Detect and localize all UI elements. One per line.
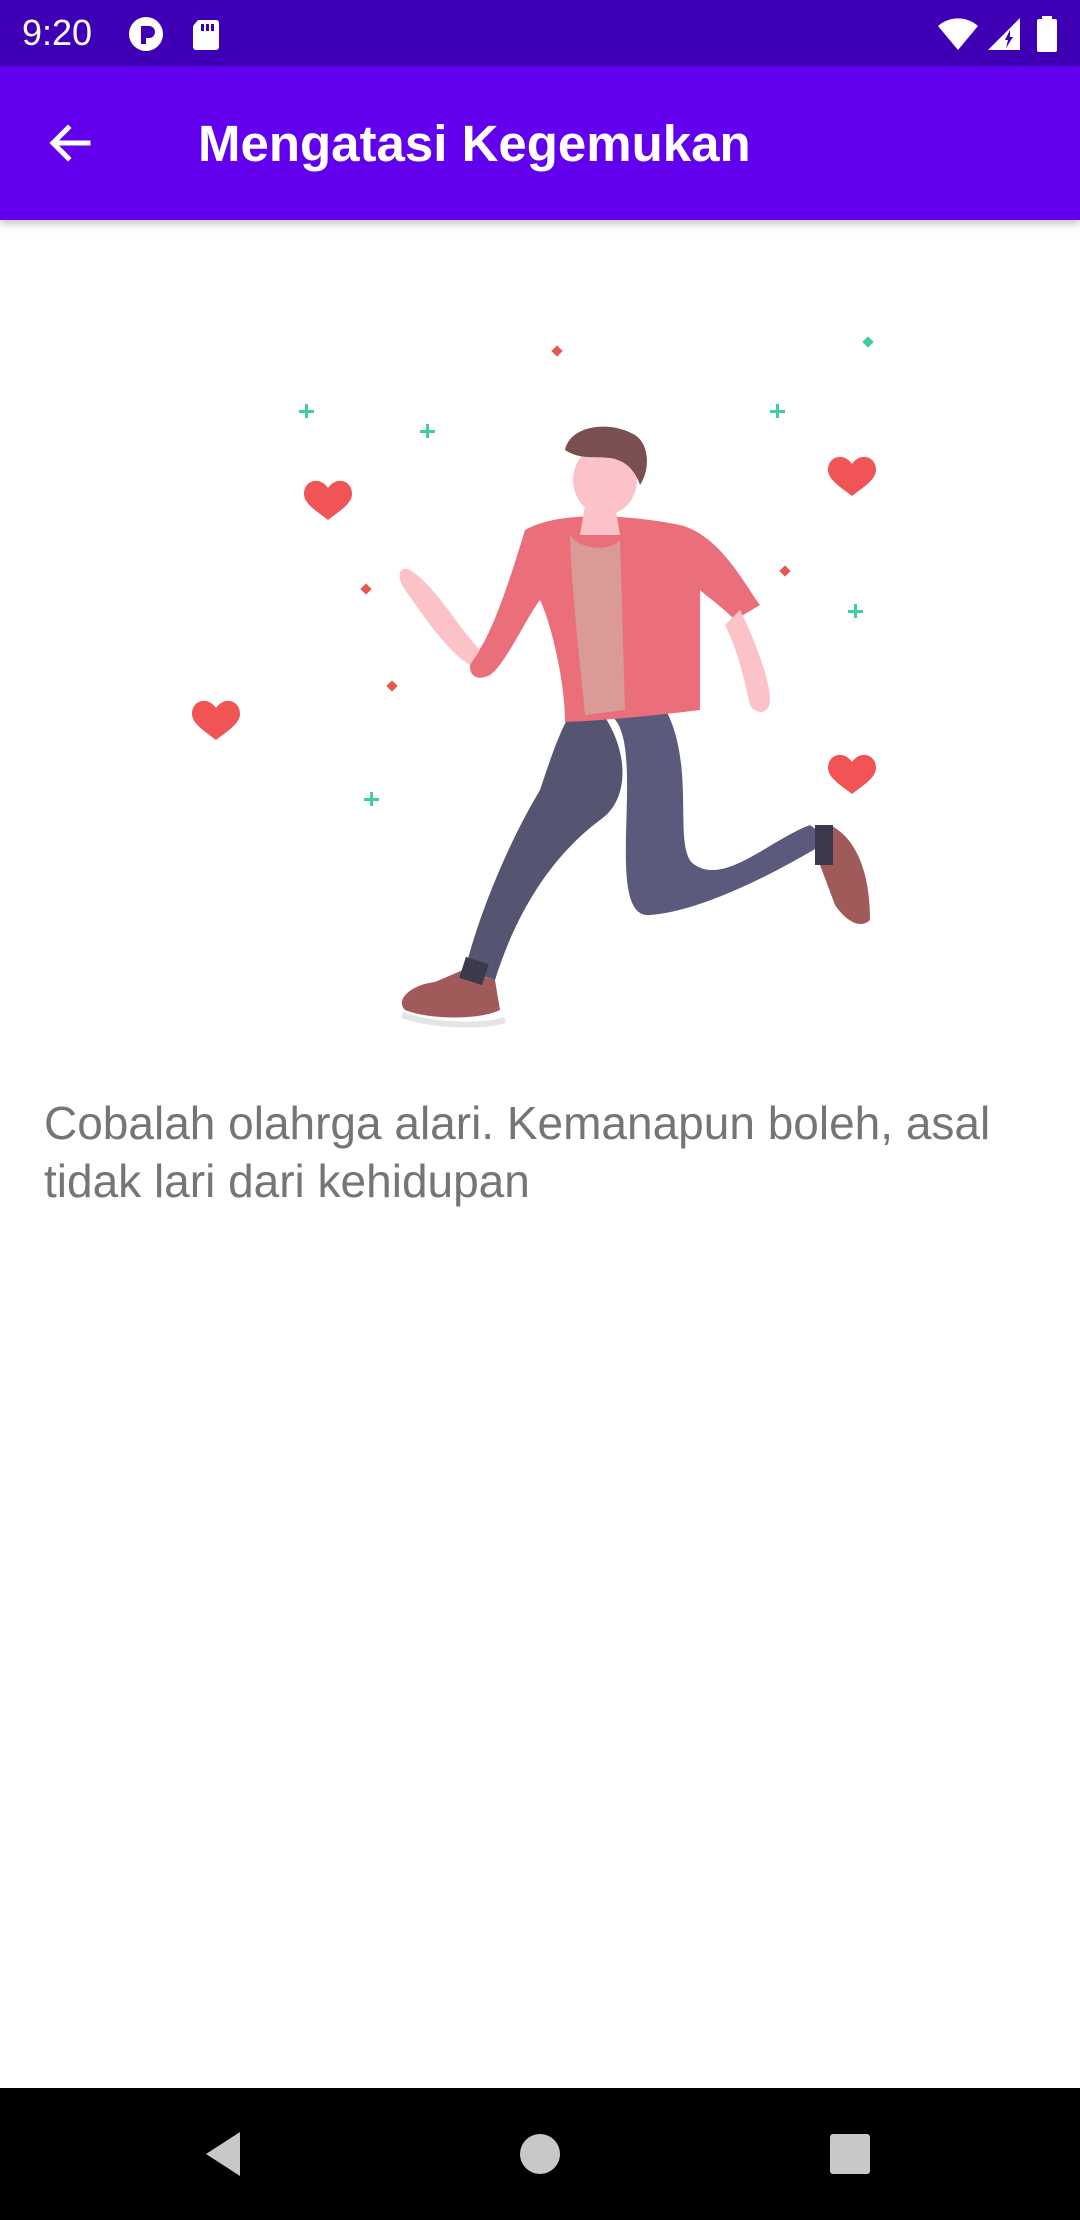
navigation-bar	[0, 2088, 1080, 2220]
home-circle-icon	[520, 2134, 560, 2174]
nav-home-button[interactable]	[500, 2114, 580, 2194]
recents-square-icon	[830, 2134, 870, 2174]
app-bar: Mengatasi Kegemukan	[0, 66, 1080, 220]
screen: 9:20 Mengatasi Kegemukan Cobalah olahrga…	[0, 0, 1080, 2220]
status-time: 9:20	[22, 12, 93, 53]
nav-back-button[interactable]	[186, 2114, 266, 2194]
heart-decorations	[192, 456, 876, 794]
cell-signal-icon	[984, 14, 1024, 54]
back-triangle-icon	[206, 2132, 240, 2176]
running-person-illustration	[180, 320, 900, 1040]
tip-text: Cobalah olahrga alari. Kemanapun boleh, …	[44, 1097, 991, 1207]
runner-figure	[399, 426, 870, 1018]
nav-recents-button[interactable]	[810, 2114, 890, 2194]
pocket-casts-icon	[126, 14, 166, 54]
status-bar: 9:20	[0, 0, 1080, 66]
back-button[interactable]	[30, 103, 110, 183]
wifi-icon	[936, 14, 980, 54]
battery-icon	[1034, 14, 1060, 54]
page-title: Mengatasi Kegemukan	[198, 115, 751, 172]
arrow-left-icon	[49, 124, 91, 162]
sd-card-icon	[186, 14, 226, 54]
